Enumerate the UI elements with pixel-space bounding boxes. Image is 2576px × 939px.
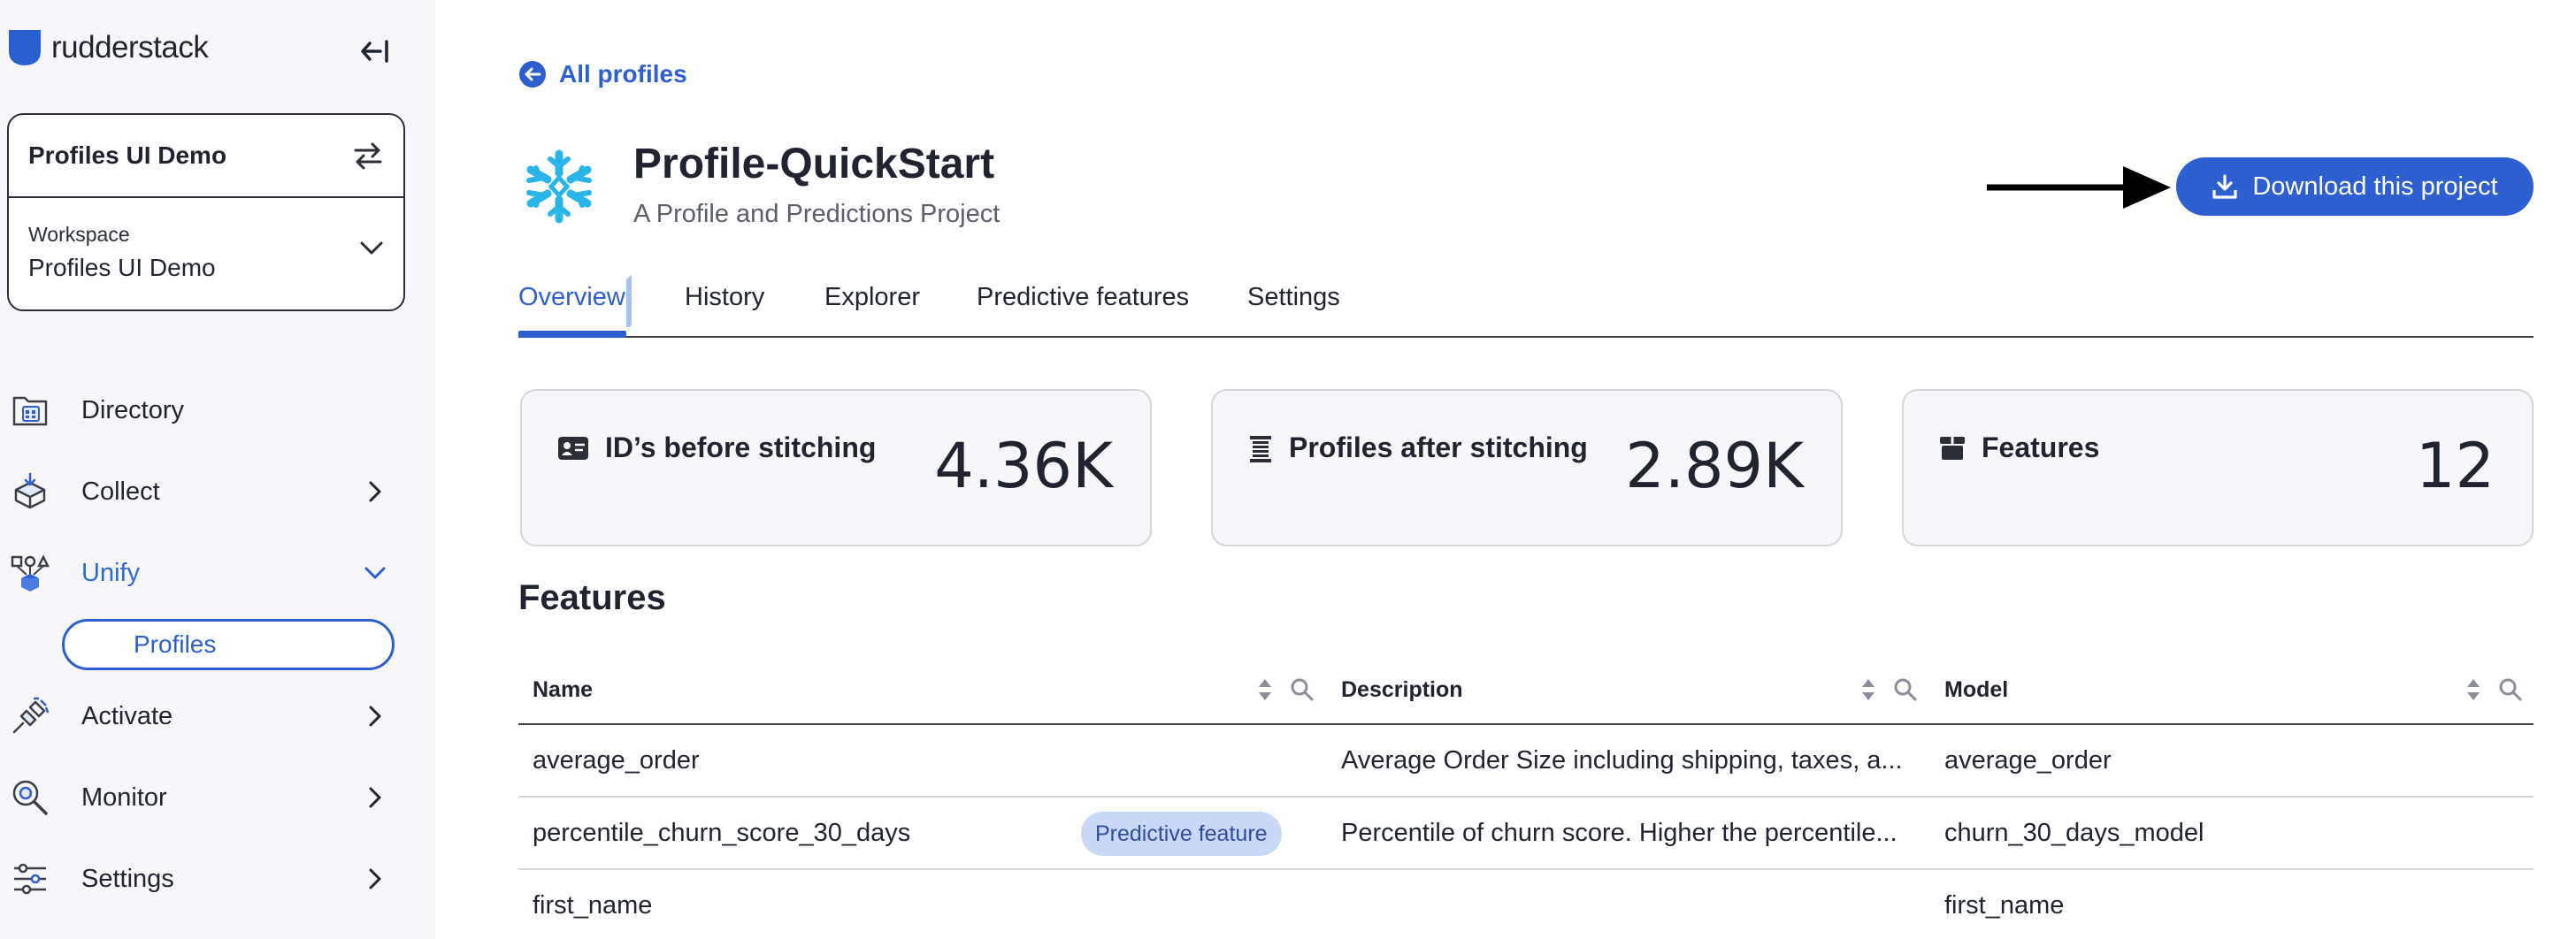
collapse-sidebar-button[interactable] xyxy=(357,34,393,69)
features-section-title: Features xyxy=(518,578,666,617)
monitor-icon xyxy=(12,780,48,815)
switch-arrows-icon[interactable] xyxy=(352,141,384,171)
sidebar: rudderstack Profiles UI Demo Workspace P… xyxy=(0,0,435,939)
tab-settings[interactable]: Settings xyxy=(1247,283,1340,312)
chevron-down-icon xyxy=(360,241,383,255)
project-title: Profile-QuickStart xyxy=(633,141,995,187)
chevron-down-icon xyxy=(364,567,386,579)
stacked-profiles-icon xyxy=(1250,435,1271,462)
id-card-icon xyxy=(558,436,588,460)
organization-switcher[interactable]: Profiles UI Demo xyxy=(9,115,403,198)
feature-description: Percentile of churn score. Higher the pe… xyxy=(1341,819,1898,847)
table-row[interactable]: percentile_churn_score_30_days Predictiv… xyxy=(518,798,2534,870)
predictive-feature-badge: Predictive feature xyxy=(1081,812,1282,856)
column-header-description[interactable]: Description xyxy=(1341,677,1463,703)
chevron-right-icon xyxy=(369,787,381,808)
sidebar-item-settings[interactable]: Settings xyxy=(0,852,407,905)
sidebar-item-label: Settings xyxy=(81,864,174,893)
back-link-label: All profiles xyxy=(559,60,687,88)
stat-value: 4.36K xyxy=(934,430,1113,502)
table-header: Name Description Model xyxy=(518,658,2534,725)
search-icon[interactable] xyxy=(2498,677,2523,702)
back-arrow-circle-icon xyxy=(519,61,546,88)
sidebar-item-label: Monitor xyxy=(81,782,167,812)
search-icon[interactable] xyxy=(1893,677,1918,702)
stat-value: 2.89K xyxy=(1625,430,1804,502)
feature-name: first_name xyxy=(533,891,653,920)
workspace-label: Workspace xyxy=(28,223,130,246)
sidebar-item-activate[interactable]: Activate xyxy=(0,690,407,743)
search-icon[interactable] xyxy=(1290,677,1315,702)
snowflake-icon xyxy=(526,149,592,224)
tab-overview[interactable]: Overview xyxy=(518,283,625,312)
sort-icon[interactable] xyxy=(1859,676,1877,704)
sidebar-item-label: Directory xyxy=(81,395,185,424)
organization-name: Profiles UI Demo xyxy=(28,141,227,169)
sidebar-item-label: Collect xyxy=(81,477,160,506)
workspace-switcher-card: Profiles UI Demo Workspace Profiles UI D… xyxy=(7,113,405,311)
column-header-name[interactable]: Name xyxy=(533,677,593,703)
chevron-right-icon xyxy=(369,481,381,502)
sidebar-item-label: Unify xyxy=(81,558,141,587)
feature-name: average_order xyxy=(533,746,700,775)
active-tab-indicator xyxy=(518,331,626,338)
sidebar-item-profiles[interactable]: Profiles xyxy=(62,619,395,670)
feature-model: churn_30_days_model xyxy=(1944,819,2204,847)
brand-logo[interactable]: rudderstack xyxy=(7,27,396,69)
stat-card-features: Features 12 xyxy=(1902,389,2534,546)
sidebar-item-unify[interactable]: Unify xyxy=(0,546,407,599)
sidebar-item-label: Profiles xyxy=(134,630,217,658)
table-row[interactable]: first_name first_name xyxy=(518,870,2534,939)
features-table: Name Description Model average_order Ave… xyxy=(518,658,2534,939)
stat-card-ids-before-stitching: ID’s before stitching 4.36K xyxy=(520,389,1152,546)
project-subtitle: A Profile and Predictions Project xyxy=(633,200,1000,228)
project-tabs: Overview History Explorer Predictive fea… xyxy=(518,274,2534,338)
tab-history[interactable]: History xyxy=(685,283,764,312)
sort-icon[interactable] xyxy=(2465,676,2482,704)
feature-description: Average Order Size including shipping, t… xyxy=(1341,746,1903,775)
sort-icon[interactable] xyxy=(1256,676,1274,704)
collapse-left-icon xyxy=(361,40,388,63)
features-box-icon xyxy=(1940,436,1965,460)
sidebar-item-monitor[interactable]: Monitor xyxy=(0,771,407,824)
feature-model: average_order xyxy=(1944,746,2112,775)
sidebar-item-directory[interactable]: Directory xyxy=(0,384,407,437)
stat-card-profiles-after-stitching: Profiles after stitching 2.89K xyxy=(1211,389,1843,546)
stat-label: ID’s before stitching xyxy=(605,431,877,463)
workspace-value: Profiles UI Demo xyxy=(28,254,216,281)
download-project-label: Download this project xyxy=(2252,172,2498,201)
unify-icon xyxy=(11,554,50,592)
badge-label: Predictive feature xyxy=(1095,821,1268,846)
activate-plug-icon xyxy=(12,697,50,734)
download-icon xyxy=(2212,174,2237,199)
annotation-arrow-icon xyxy=(1987,166,2171,209)
chevron-right-icon xyxy=(369,868,381,889)
back-to-all-profiles-link[interactable]: All profiles xyxy=(518,60,687,88)
directory-icon xyxy=(12,396,48,426)
feature-name: percentile_churn_score_30_days xyxy=(533,819,911,847)
rudderstack-logo-icon xyxy=(9,30,41,65)
chevron-right-icon xyxy=(369,706,381,727)
collect-icon xyxy=(14,472,46,509)
workspace-select[interactable]: Workspace Profiles UI Demo xyxy=(9,198,403,311)
settings-sliders-icon xyxy=(14,863,46,895)
sidebar-item-label: Activate xyxy=(81,701,173,730)
download-project-button[interactable]: Download this project xyxy=(2176,157,2534,216)
tab-predictive-features[interactable]: Predictive features xyxy=(977,283,1189,312)
brand-name: rudderstack xyxy=(51,30,209,65)
stat-label: Profiles after stitching xyxy=(1289,431,1588,463)
column-header-model[interactable]: Model xyxy=(1944,677,2008,703)
tab-explorer[interactable]: Explorer xyxy=(824,283,920,312)
stat-label: Features xyxy=(1982,431,2100,463)
table-row[interactable]: average_order Average Order Size includi… xyxy=(518,725,2534,798)
sidebar-item-collect[interactable]: Collect xyxy=(0,465,407,518)
feature-model: first_name xyxy=(1944,891,2065,920)
stat-value: 12 xyxy=(2415,430,2495,502)
